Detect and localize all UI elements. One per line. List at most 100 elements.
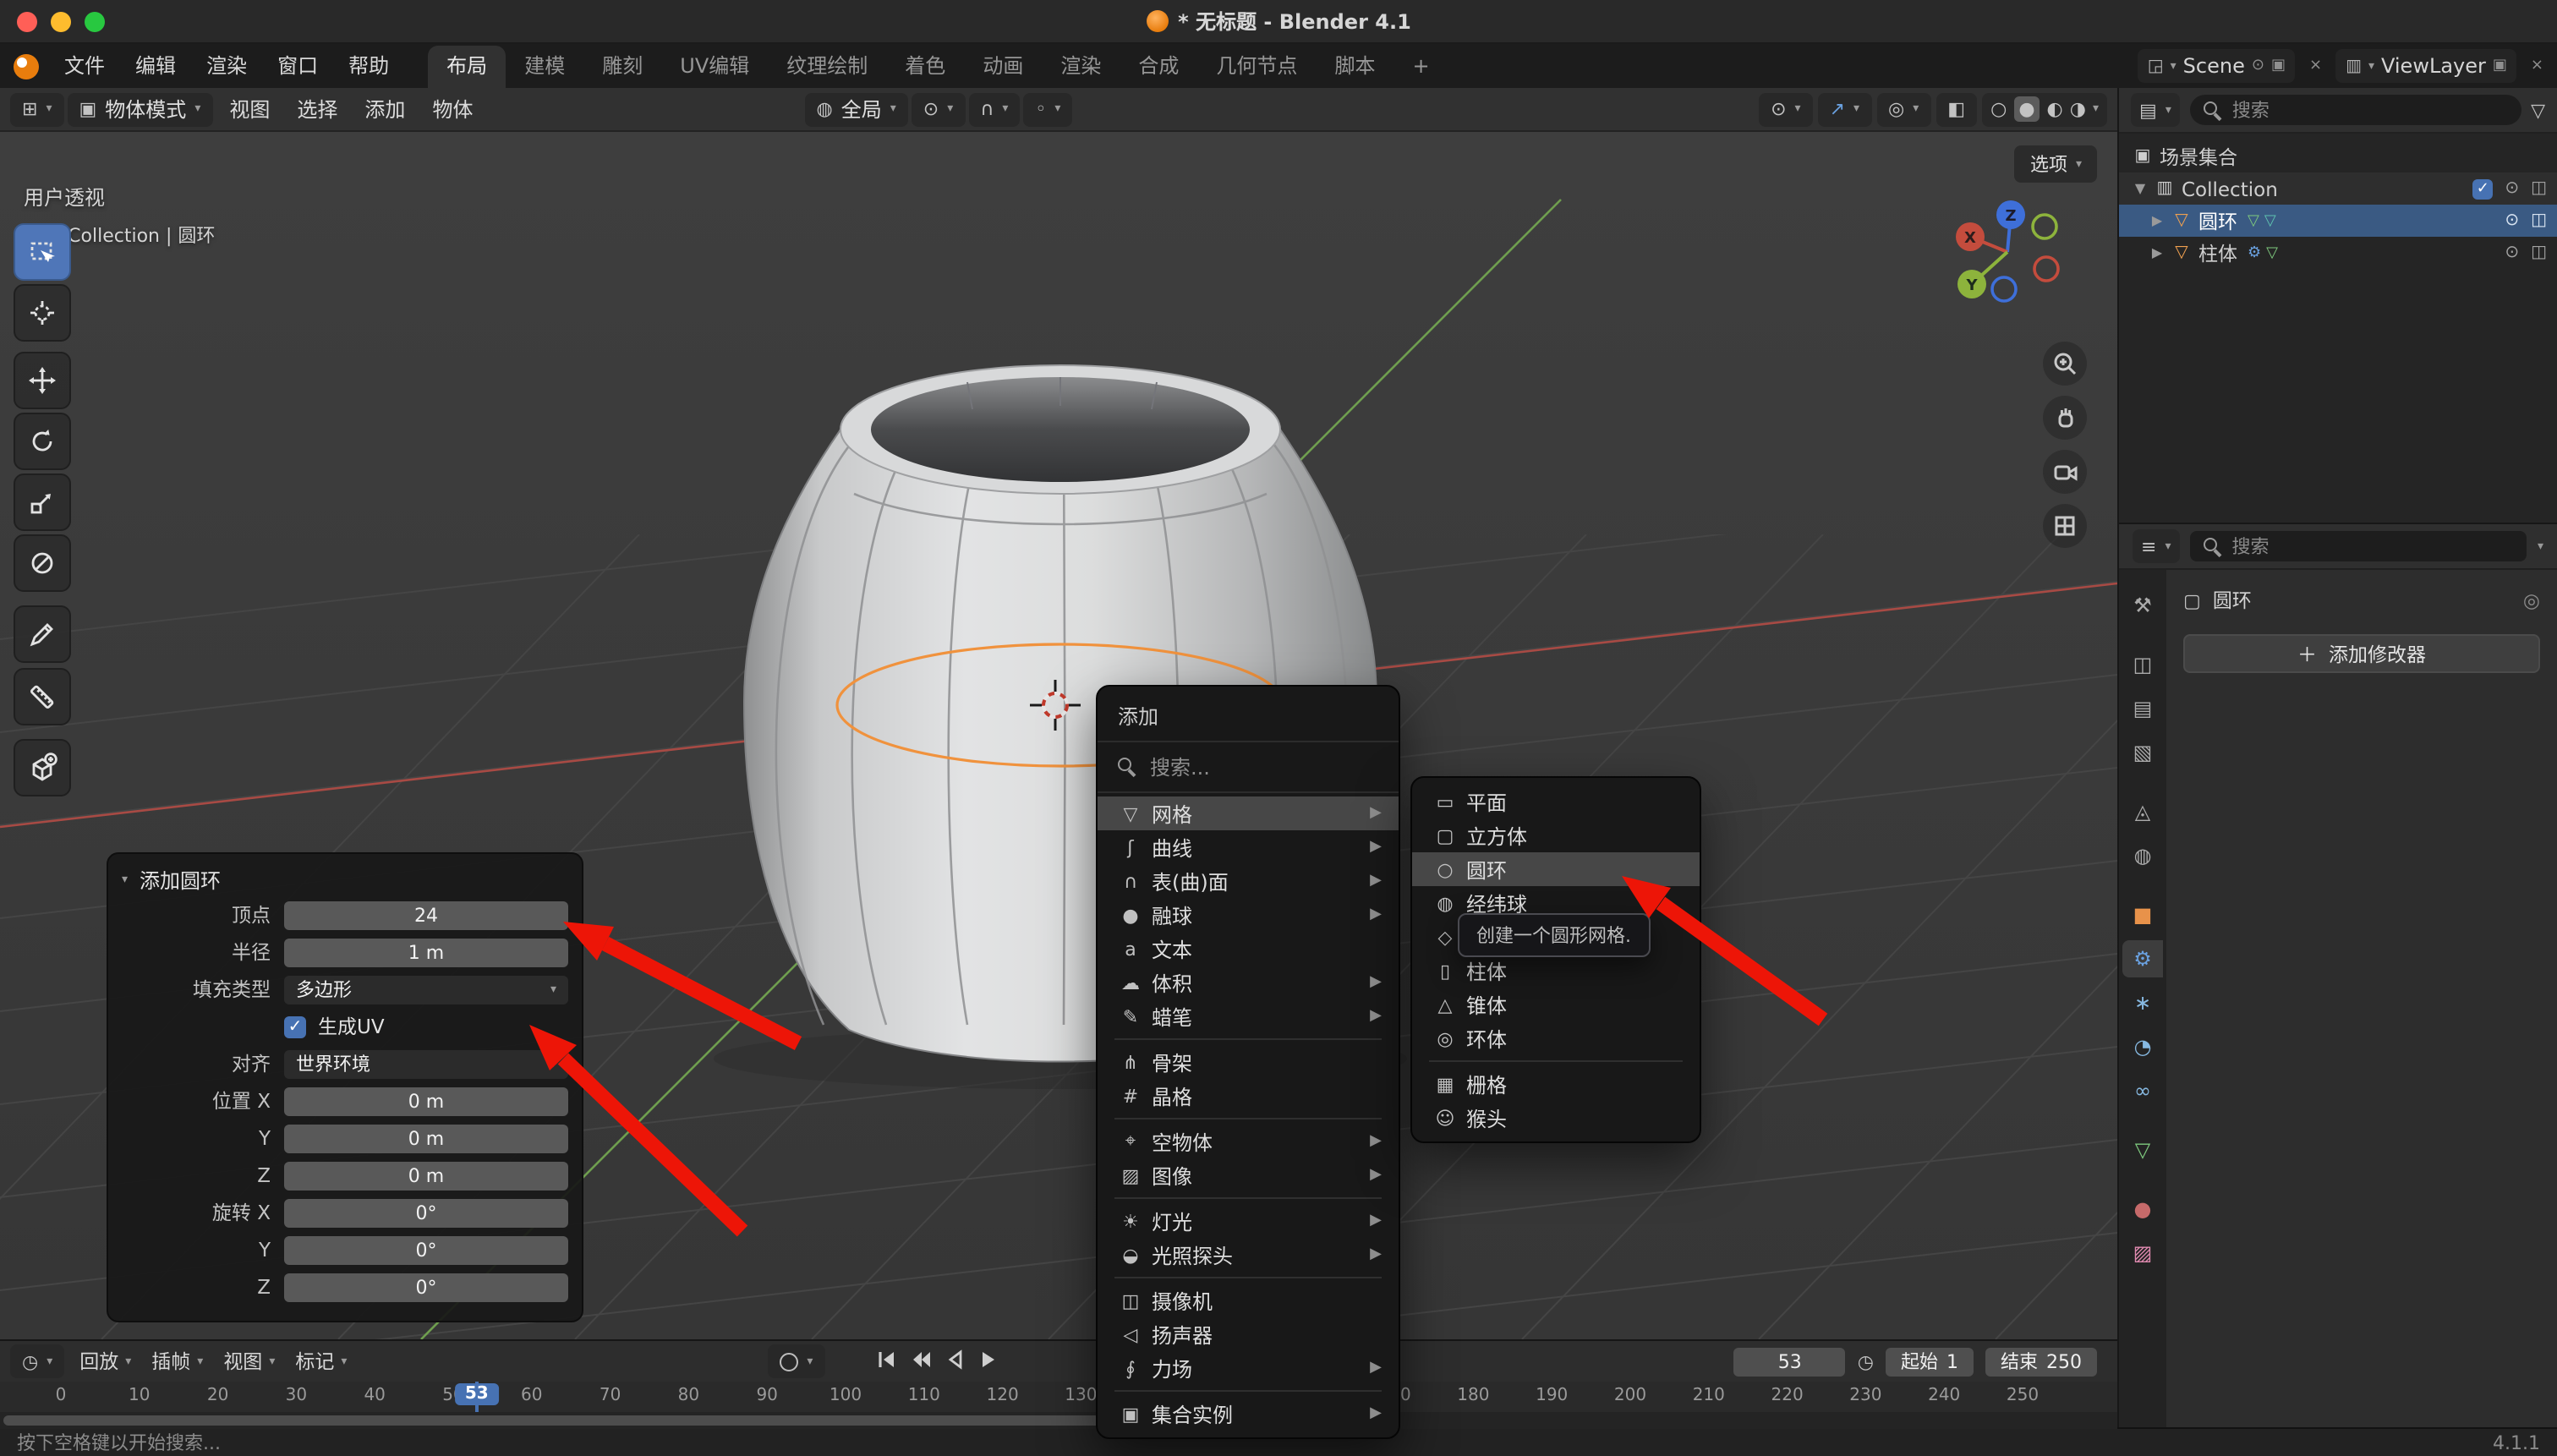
add-menu-item[interactable]: ▶ bbox=[1114, 1197, 1382, 1199]
viewlayer-selector[interactable]: ▥▾ ViewLayer ▣ bbox=[2335, 49, 2517, 83]
add-menu-item[interactable]: ◁ 扬声器 ▶ bbox=[1098, 1317, 1399, 1351]
ortho-toggle-button[interactable] bbox=[2043, 504, 2087, 548]
add-menu-item[interactable]: ▶ bbox=[1114, 1277, 1382, 1278]
properties-search-input[interactable]: 搜索 bbox=[2189, 531, 2527, 561]
properties-tab[interactable]: ⚒ bbox=[2122, 587, 2163, 624]
outliner-search-input[interactable]: 搜索 bbox=[2190, 95, 2521, 125]
current-frame-field[interactable]: 53 bbox=[1734, 1347, 1846, 1376]
mesh-submenu-item[interactable]: △ 锥体 bbox=[1412, 988, 1700, 1021]
pin-icon[interactable]: ◎ bbox=[2523, 588, 2540, 612]
orientation-gizmo[interactable]: Z X Y bbox=[1948, 193, 2067, 311]
proportional-editing-toggle[interactable]: ◦▾ bbox=[1023, 92, 1072, 126]
location-z-field[interactable]: 0 m bbox=[284, 1161, 568, 1190]
workspace-tab[interactable]: + bbox=[1393, 46, 1448, 88]
properties-tab[interactable]: ■ bbox=[2122, 896, 2163, 933]
timeline-playhead[interactable]: 53 bbox=[455, 1383, 499, 1405]
filter-icon[interactable]: ▽ bbox=[2531, 99, 2545, 121]
mesh-submenu-item[interactable]: ◎ 环体 bbox=[1412, 1021, 1700, 1055]
properties-tab[interactable]: ⚙ bbox=[2122, 940, 2163, 977]
operator-panel-header[interactable]: ▾添加圆环 bbox=[122, 862, 568, 896]
expand-caret-icon[interactable]: ▶ bbox=[2146, 213, 2168, 228]
mesh-submenu-item[interactable]: ▦ 栅格 bbox=[1412, 1067, 1700, 1101]
pin-scene-icon[interactable]: ⊙ bbox=[2252, 57, 2264, 74]
rotate-tool[interactable] bbox=[14, 413, 71, 470]
workspace-tab[interactable]: 建模 bbox=[506, 46, 583, 88]
mesh-submenu-item[interactable]: ☺ 猴头 bbox=[1412, 1101, 1700, 1135]
unlink-scene-icon[interactable]: × bbox=[2309, 57, 2322, 74]
add-menu-item[interactable]: a 文本 ▶ bbox=[1098, 932, 1399, 966]
frame-end-field[interactable]: 结束250 bbox=[1985, 1347, 2097, 1376]
timeline-scroll-track[interactable] bbox=[0, 1412, 2117, 1429]
properties-tab[interactable]: ▽ bbox=[2122, 1131, 2163, 1169]
solid-shading-icon[interactable]: ● bbox=[2013, 96, 2040, 122]
add-menu-search[interactable]: 搜索... bbox=[1098, 742, 1399, 793]
timeline-ruler[interactable]: 53 0102030405060708090100110120130140150… bbox=[0, 1382, 2117, 1412]
new-scene-icon[interactable]: ▣ bbox=[2271, 57, 2286, 74]
add-menu-item[interactable]: ∮ 力场 ▶ bbox=[1098, 1351, 1399, 1385]
collection-checkbox[interactable]: ✓ bbox=[2472, 178, 2493, 199]
material-shading-icon[interactable]: ◐ bbox=[2047, 98, 2063, 120]
editor-type-button[interactable]: ⊞▾ bbox=[10, 92, 63, 126]
transform-tool[interactable] bbox=[14, 534, 71, 592]
viewport-menu[interactable]: 视图 bbox=[216, 95, 283, 123]
jump-to-start-button[interactable] bbox=[873, 1347, 897, 1376]
properties-tab[interactable]: ∞ bbox=[2122, 1072, 2163, 1109]
timeline-menu[interactable]: 回放▾ bbox=[69, 1348, 141, 1375]
timeline-editor-type-button[interactable]: ◷▾ bbox=[10, 1344, 64, 1378]
add-modifier-button[interactable]: ＋ 添加修改器 bbox=[2183, 634, 2540, 673]
rotation-x-field[interactable]: 0° bbox=[284, 1198, 568, 1227]
radius-field[interactable]: 1 m bbox=[284, 938, 568, 966]
render-visibility-icon[interactable]: ◫ bbox=[2531, 211, 2547, 230]
viewport-menu[interactable]: 物体 bbox=[419, 95, 486, 123]
properties-tab[interactable]: ● bbox=[2122, 1191, 2163, 1228]
wireframe-shading-icon[interactable]: ○ bbox=[1990, 98, 2007, 120]
outliner-row-collection[interactable]: ▼ ▥ Collection ✓ ⊙ ◫ bbox=[2119, 172, 2557, 205]
location-x-field[interactable]: 0 m bbox=[284, 1087, 568, 1115]
add-menu-item[interactable]: ▶ bbox=[1114, 1118, 1382, 1119]
rotation-y-field[interactable]: 0° bbox=[284, 1235, 568, 1264]
add-menu-item[interactable]: ◫ 摄像机 ▶ bbox=[1098, 1284, 1399, 1317]
zoom-button[interactable] bbox=[2043, 342, 2087, 386]
outliner-row-cylinder[interactable]: ▶ ▽ 柱体 ⚙▽ ⊙ ◫ bbox=[2119, 237, 2557, 269]
mesh-submenu-item[interactable]: ▢ 立方体 bbox=[1412, 818, 1700, 852]
blender-menu-icon[interactable] bbox=[14, 53, 39, 79]
hide-eye-icon[interactable]: ⊙ bbox=[2505, 244, 2519, 262]
add-menu-item[interactable]: ⋔ 骨架 ▶ bbox=[1098, 1045, 1399, 1079]
move-tool[interactable] bbox=[14, 352, 71, 409]
transform-orientation-selector[interactable]: ◍ 全局▾ bbox=[804, 92, 907, 126]
new-viewlayer-icon[interactable]: ▣ bbox=[2493, 57, 2507, 74]
remove-viewlayer-icon[interactable]: × bbox=[2531, 57, 2543, 74]
gizmos-toggle[interactable]: ↗▾ bbox=[1818, 92, 1871, 126]
workspace-tab[interactable]: 渲染 bbox=[1042, 46, 1120, 88]
timeline-menu[interactable]: 标记▾ bbox=[285, 1348, 357, 1375]
auto-keying-toggle[interactable]: ▾ bbox=[768, 1344, 824, 1378]
vertices-field[interactable]: 24 bbox=[284, 900, 568, 929]
topbar-menu[interactable]: 帮助 bbox=[333, 44, 404, 88]
workspace-tab[interactable]: 着色 bbox=[886, 46, 964, 88]
viewport-menu[interactable]: 选择 bbox=[283, 95, 351, 123]
workspace-tab[interactable]: 纹理绘制 bbox=[768, 46, 886, 88]
overlays-toggle[interactable]: ◎▾ bbox=[1876, 92, 1930, 126]
scene-selector[interactable]: ◲▾ Scene ⊙ ▣ bbox=[2138, 49, 2296, 83]
pan-hand-button[interactable] bbox=[2043, 396, 2087, 440]
properties-tab[interactable]: ∗ bbox=[2122, 984, 2163, 1021]
mesh-submenu-item[interactable] bbox=[1429, 1060, 1683, 1062]
timeline-menu[interactable]: 插帧▾ bbox=[141, 1348, 213, 1375]
add-menu-item[interactable]: ✎ 蜡笔 ▶ bbox=[1098, 999, 1399, 1033]
add-menu-item[interactable]: ☀ 灯光 ▶ bbox=[1098, 1204, 1399, 1238]
properties-tab[interactable]: ◫ bbox=[2122, 646, 2163, 683]
expand-caret-icon[interactable]: ▼ bbox=[2129, 181, 2151, 196]
play-reverse-button[interactable] bbox=[941, 1347, 965, 1376]
pivot-point-selector[interactable]: ⊙▾ bbox=[912, 92, 965, 126]
scale-tool[interactable] bbox=[14, 473, 71, 531]
rendered-shading-icon[interactable]: ◑ bbox=[2070, 98, 2086, 120]
properties-tab[interactable]: ◔ bbox=[2122, 1028, 2163, 1065]
viewport-menu[interactable]: 添加 bbox=[351, 95, 419, 123]
add-menu-item[interactable]: ▶ bbox=[1114, 1038, 1382, 1040]
timeline-scrollbar[interactable] bbox=[3, 1415, 1113, 1426]
mesh-submenu-item[interactable]: ○ 圆环 bbox=[1412, 852, 1700, 886]
camera-view-button[interactable] bbox=[2043, 450, 2087, 494]
properties-editor-type-button[interactable]: ≡▾ bbox=[2133, 529, 2179, 563]
add-menu-item[interactable]: ∩ 表(曲)面 ▶ bbox=[1098, 864, 1399, 898]
mesh-submenu-item[interactable]: ▯ 柱体 bbox=[1412, 954, 1700, 988]
